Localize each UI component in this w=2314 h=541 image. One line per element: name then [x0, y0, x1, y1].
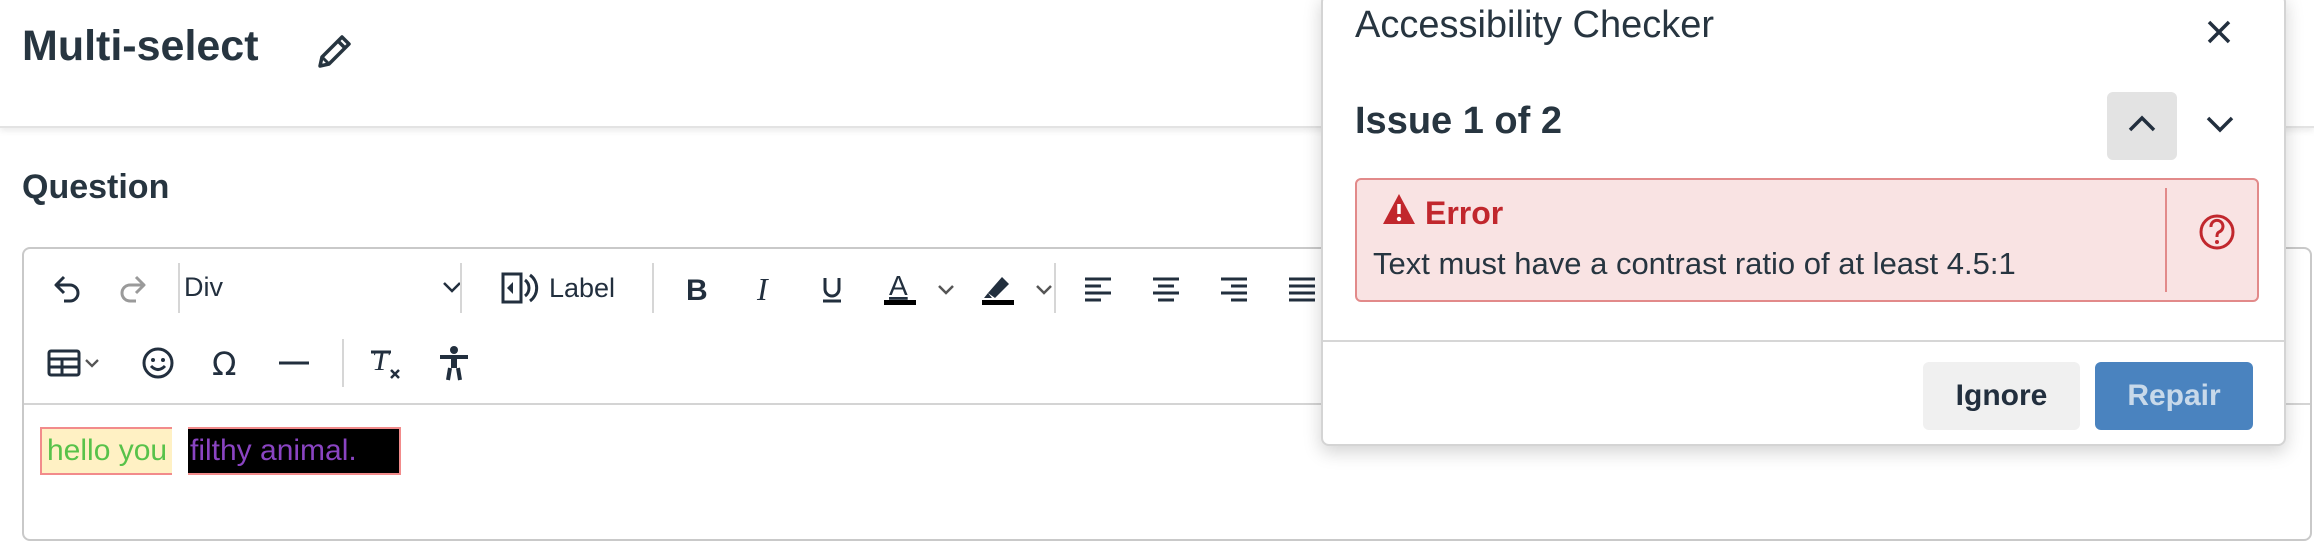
label-button[interactable]: Label	[476, 261, 636, 315]
dialog-footer-divider	[1323, 340, 2284, 342]
horizontal-rule-icon[interactable]	[268, 337, 320, 389]
error-heading-text: Error	[1425, 194, 1504, 231]
clear-formatting-icon[interactable]: T	[360, 337, 412, 389]
previous-issue-button[interactable]	[2107, 92, 2177, 160]
question-label: Question	[22, 168, 170, 206]
dialog-title: Accessibility Checker	[1355, 4, 1714, 46]
toolbar-divider	[652, 263, 654, 313]
align-right-icon[interactable]	[1208, 263, 1260, 315]
omega-icon[interactable]: Ω	[200, 337, 252, 389]
highlight-color-icon[interactable]	[972, 263, 1024, 315]
emoji-icon[interactable]	[132, 337, 184, 389]
warning-triangle-icon	[1381, 192, 1425, 234]
align-center-icon[interactable]	[1140, 263, 1192, 315]
error-panel: Error Text must have a contrast ratio of…	[1355, 178, 2259, 302]
italic-icon[interactable]: I	[738, 263, 790, 315]
text-color-icon[interactable]: A	[874, 263, 926, 315]
issue-counter: Issue 1 of 2	[1355, 100, 1562, 142]
svg-text:T: T	[372, 344, 391, 377]
svg-text:A: A	[889, 270, 908, 301]
next-issue-button[interactable]	[2185, 92, 2255, 160]
toolbar-divider	[178, 263, 180, 313]
block-format-select[interactable]: Div	[184, 261, 470, 313]
pencil-edit-icon[interactable]	[312, 28, 358, 74]
label-button-text: Label	[548, 272, 616, 303]
toolbar-divider	[342, 339, 344, 387]
accessibility-icon[interactable]	[428, 337, 480, 389]
ignore-button[interactable]: Ignore	[1923, 362, 2080, 430]
repair-button[interactable]: Repair	[2095, 362, 2253, 430]
error-message: Text must have a contrast ratio of at le…	[1373, 246, 2016, 281]
voice-label-icon	[497, 266, 541, 310]
error-panel-divider	[2165, 188, 2167, 292]
chevron-down-icon	[2200, 104, 2240, 149]
redo-icon[interactable]	[108, 263, 160, 315]
svg-text:Ω: Ω	[212, 345, 236, 381]
bold-icon[interactable]: B	[670, 263, 722, 315]
underline-icon[interactable]	[806, 263, 858, 315]
chevron-down-icon[interactable]	[930, 271, 962, 307]
align-left-icon[interactable]	[1072, 263, 1124, 315]
error-heading: Error	[1381, 192, 1503, 234]
help-icon[interactable]	[2193, 208, 2241, 256]
content-text-green[interactable]: hello you	[40, 427, 173, 475]
toolbar-divider	[1054, 263, 1056, 313]
close-icon[interactable]	[2197, 10, 2241, 54]
undo-icon[interactable]	[40, 263, 92, 315]
toolbar-divider	[460, 263, 462, 313]
accessibility-checker-dialog: Accessibility Checker Issue 1 of 2 Error…	[1321, 0, 2286, 446]
block-format-value: Div	[184, 271, 223, 302]
page-title: Multi-select	[22, 22, 259, 70]
table-icon[interactable]	[38, 337, 110, 389]
chevron-up-icon	[2122, 104, 2162, 149]
svg-text:I: I	[756, 272, 769, 306]
svg-text:B: B	[686, 274, 708, 306]
content-text-purple-low-contrast[interactable]: filthy animal.	[188, 427, 401, 475]
